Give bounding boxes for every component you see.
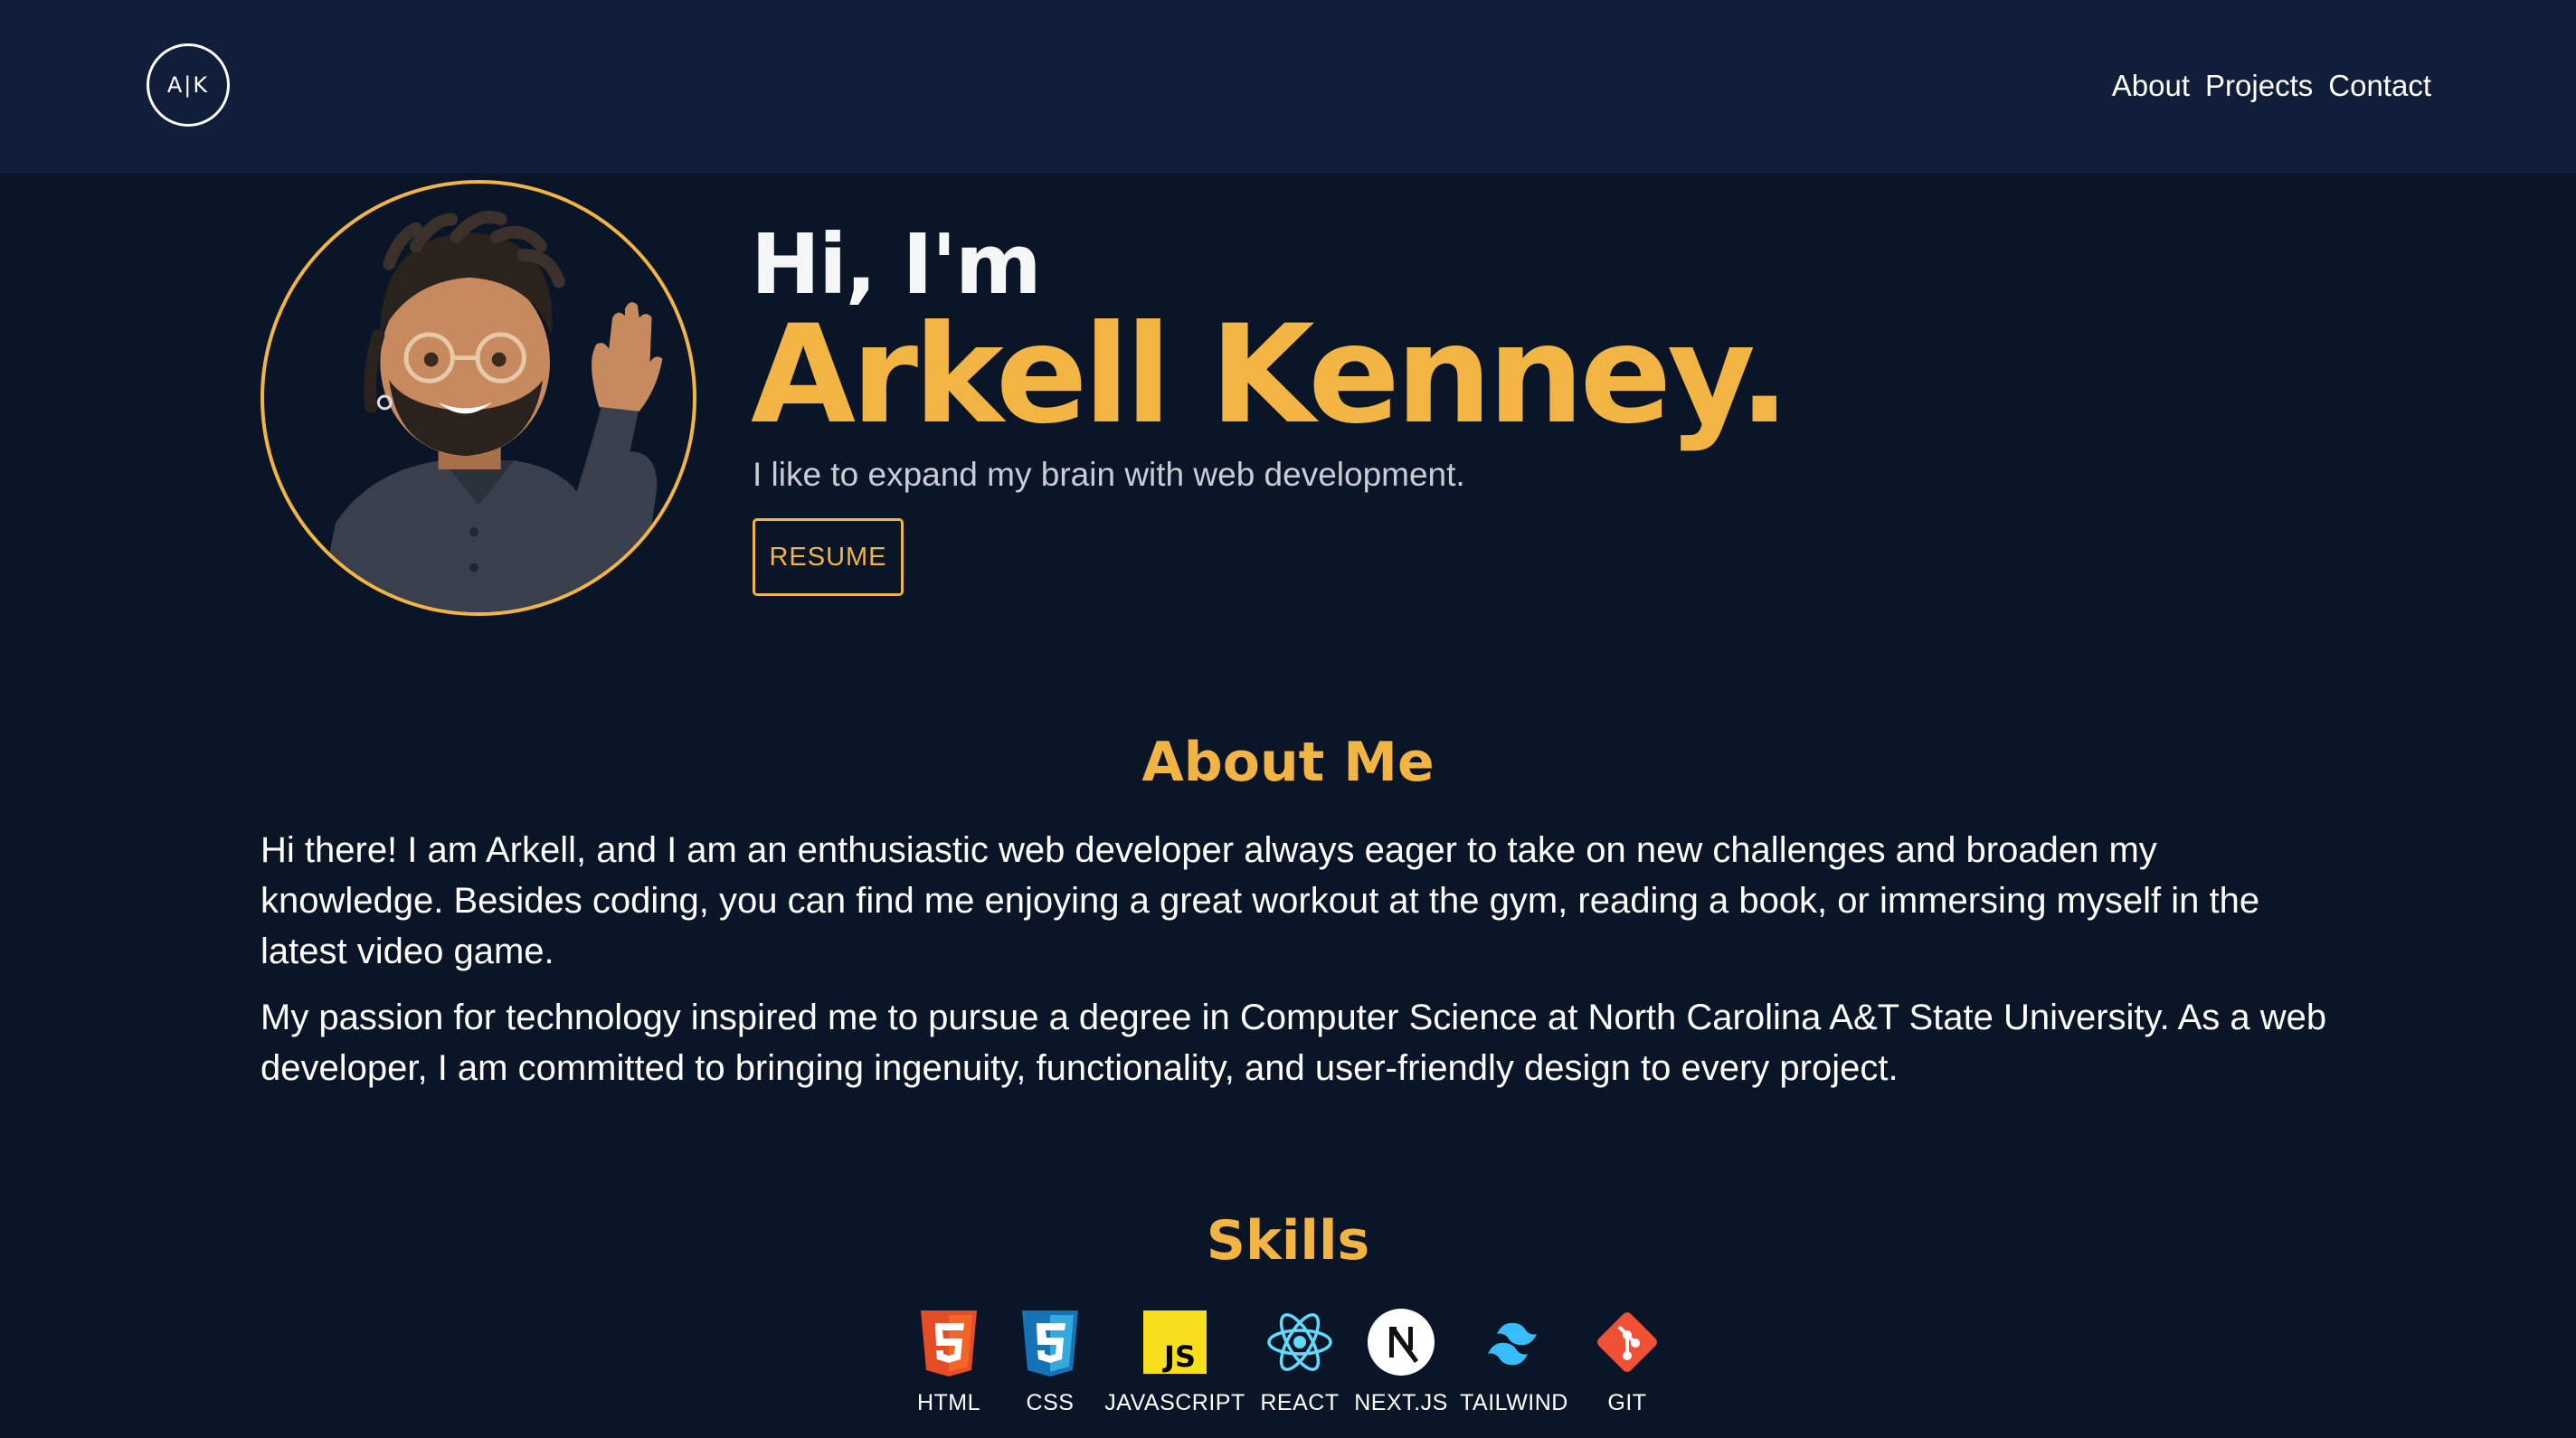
portfolio-page: A|K About Projects Contact Hi, I'm Arkel… bbox=[0, 0, 2576, 1438]
skill-react: REACT bbox=[1257, 1307, 1342, 1416]
nav-link-contact[interactable]: Contact bbox=[2328, 63, 2431, 109]
about-paragraph: My passion for technology inspired me to… bbox=[260, 998, 2327, 1088]
react-icon bbox=[1264, 1307, 1335, 1377]
skills-list: HTML CSS JS JAVASCRIPT REACT NEXT.JS TAI… bbox=[0, 1307, 2576, 1416]
skill-label: GIT bbox=[1607, 1390, 1647, 1415]
site-header: A|K About Projects Contact bbox=[0, 0, 2576, 173]
nextjs-icon bbox=[1366, 1307, 1436, 1377]
about-body: Hi there! I am Arkell, and I am an enthu… bbox=[260, 825, 2341, 1109]
hero-name: Arkell Kenney. bbox=[751, 297, 1790, 454]
hero-tagline: I like to expand my brain with web devel… bbox=[753, 456, 1465, 493]
skill-css: CSS bbox=[1008, 1307, 1093, 1416]
avatar-illustration bbox=[317, 211, 663, 612]
about-title: About Me bbox=[1141, 731, 1435, 794]
skill-tailwind: TAILWIND bbox=[1460, 1307, 1568, 1416]
javascript-icon: JS bbox=[1140, 1307, 1210, 1377]
git-icon bbox=[1592, 1307, 1662, 1377]
logo[interactable]: A|K bbox=[147, 43, 230, 127]
skill-label: CSS bbox=[1026, 1390, 1075, 1415]
skill-label: TAILWIND bbox=[1460, 1390, 1568, 1415]
skill-javascript: JS JAVASCRIPT bbox=[1104, 1307, 1245, 1416]
css3-icon bbox=[1015, 1307, 1085, 1377]
memoji-waving-avatar bbox=[260, 180, 696, 616]
html5-icon bbox=[914, 1307, 984, 1377]
nav-link-about[interactable]: About bbox=[2112, 63, 2190, 109]
skill-git: GIT bbox=[1585, 1307, 1670, 1416]
resume-button[interactable]: RESUME bbox=[753, 518, 904, 596]
skill-nextjs: NEXT.JS bbox=[1354, 1307, 1447, 1416]
skill-label: HTML bbox=[916, 1390, 981, 1415]
tailwind-icon bbox=[1479, 1307, 1549, 1377]
main-nav: About Projects Contact bbox=[2112, 63, 2431, 109]
about-paragraph: Hi there! I am Arkell, and I am an enthu… bbox=[260, 830, 2260, 971]
skill-html: HTML bbox=[906, 1307, 991, 1416]
svg-text:JS: JS bbox=[1162, 1339, 1196, 1374]
skills-title: Skills bbox=[1206, 1209, 1370, 1272]
nav-link-projects[interactable]: Projects bbox=[2205, 63, 2313, 109]
skill-label: NEXT.JS bbox=[1354, 1390, 1448, 1415]
skill-label: REACT bbox=[1260, 1390, 1340, 1415]
skill-label: JAVASCRIPT bbox=[1104, 1390, 1245, 1415]
